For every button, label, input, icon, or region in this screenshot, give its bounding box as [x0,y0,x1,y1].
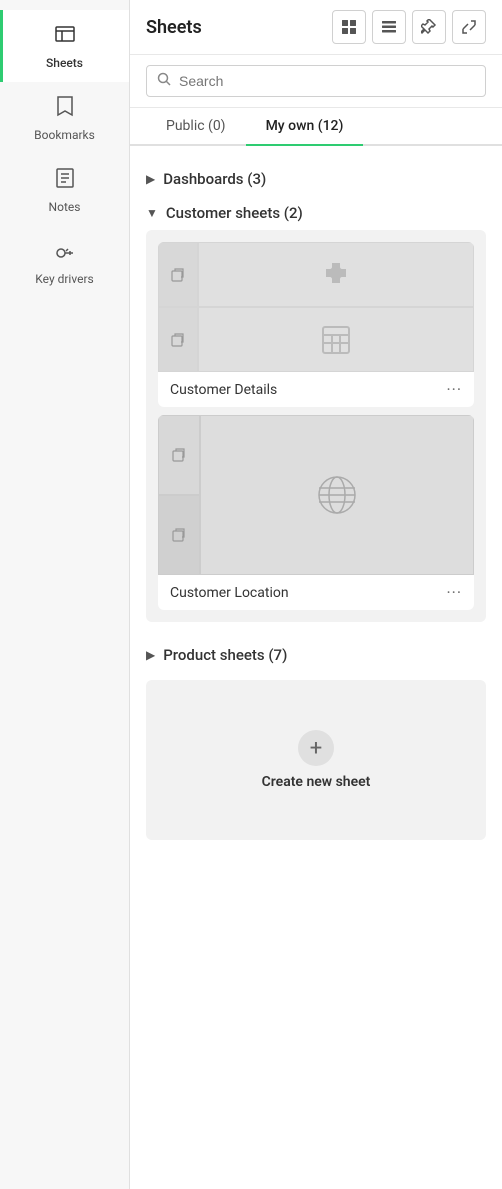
customer-details-preview [158,242,474,372]
customer-sheets-group: Customer Details ··· [146,230,486,622]
main-content: Sheets [130,0,502,1189]
export-icon-loc-tl [171,447,187,463]
export-icon-loc-bl [171,527,187,543]
sheets-icon [53,22,77,52]
create-icon: + [298,730,334,766]
section-customer-sheets[interactable]: ▼ Customer sheets (2) [146,196,486,230]
section-dashboards[interactable]: ▶ Dashboards (3) [146,162,486,196]
customer-details-more-button[interactable]: ··· [446,380,462,399]
search-input[interactable] [179,73,475,89]
sheet-card-customer-location[interactable]: Customer Location ··· [158,415,474,610]
list-view-button[interactable] [372,10,406,44]
bookmarks-icon [53,94,77,124]
customer-location-preview [158,415,474,575]
pin-button[interactable] [412,10,446,44]
product-sheets-label: Product sheets (7) [163,646,287,664]
loc-preview-tl [158,415,200,495]
sidebar-item-notes[interactable]: Notes [0,154,129,226]
sidebar-item-bookmarks[interactable]: Bookmarks [0,82,129,154]
customer-location-name: Customer Location [170,585,289,601]
expand-icon [461,19,477,35]
dashboards-label: Dashboards (3) [163,170,266,188]
export-icon-tl [170,267,186,283]
globe-icon [315,473,359,517]
tab-public[interactable]: Public (0) [146,108,246,144]
header: Sheets [130,0,502,55]
customer-details-name: Customer Details [170,382,277,398]
dashboards-chevron: ▶ [146,172,155,186]
sidebar-item-bookmarks-label: Bookmarks [34,128,95,142]
customer-sheets-label: Customer sheets (2) [166,204,303,222]
product-sheets-chevron: ▶ [146,648,155,662]
pin-icon [421,19,437,35]
tabs: Public (0) My own (12) [130,108,502,146]
key-drivers-icon [53,238,77,268]
search-icon [157,72,171,90]
customer-sheets-chevron: ▼ [146,206,158,220]
preview-cell-bl [158,307,198,372]
search-box [146,65,486,97]
search-container [130,55,502,108]
notes-icon [53,166,77,196]
loc-preview-main [200,415,474,575]
header-actions [332,10,486,44]
preview-cell-tl [158,242,198,307]
page-title: Sheets [146,17,202,38]
content-area: ▶ Dashboards (3) ▼ Customer sheets (2) [130,146,502,1189]
list-icon [381,19,397,35]
preview-cell-tr [198,242,474,307]
section-product-sheets[interactable]: ▶ Product sheets (7) [146,638,486,672]
sidebar-item-key-drivers-label: Key drivers [35,272,93,286]
grid-icon [341,19,357,35]
preview-cell-br [198,307,474,372]
table-icon [320,324,352,356]
customer-location-footer: Customer Location ··· [158,575,474,610]
loc-preview-bl [158,495,200,575]
customer-details-footer: Customer Details ··· [158,372,474,407]
create-new-sheet-card[interactable]: + Create new sheet [146,680,486,840]
puzzle-icon [318,257,354,293]
export-icon-bl [170,332,186,348]
create-label: Create new sheet [262,774,371,790]
sidebar: Sheets Bookmarks Notes [0,0,130,1189]
sheet-card-customer-details[interactable]: Customer Details ··· [158,242,474,407]
expand-button[interactable] [452,10,486,44]
customer-location-more-button[interactable]: ··· [446,583,462,602]
sidebar-item-notes-label: Notes [49,200,81,214]
sidebar-item-key-drivers[interactable]: Key drivers [0,226,129,298]
sidebar-item-sheets-label: Sheets [46,56,83,70]
grid-view-button[interactable] [332,10,366,44]
tab-my-own[interactable]: My own (12) [246,108,364,144]
sidebar-item-sheets[interactable]: Sheets [0,10,129,82]
